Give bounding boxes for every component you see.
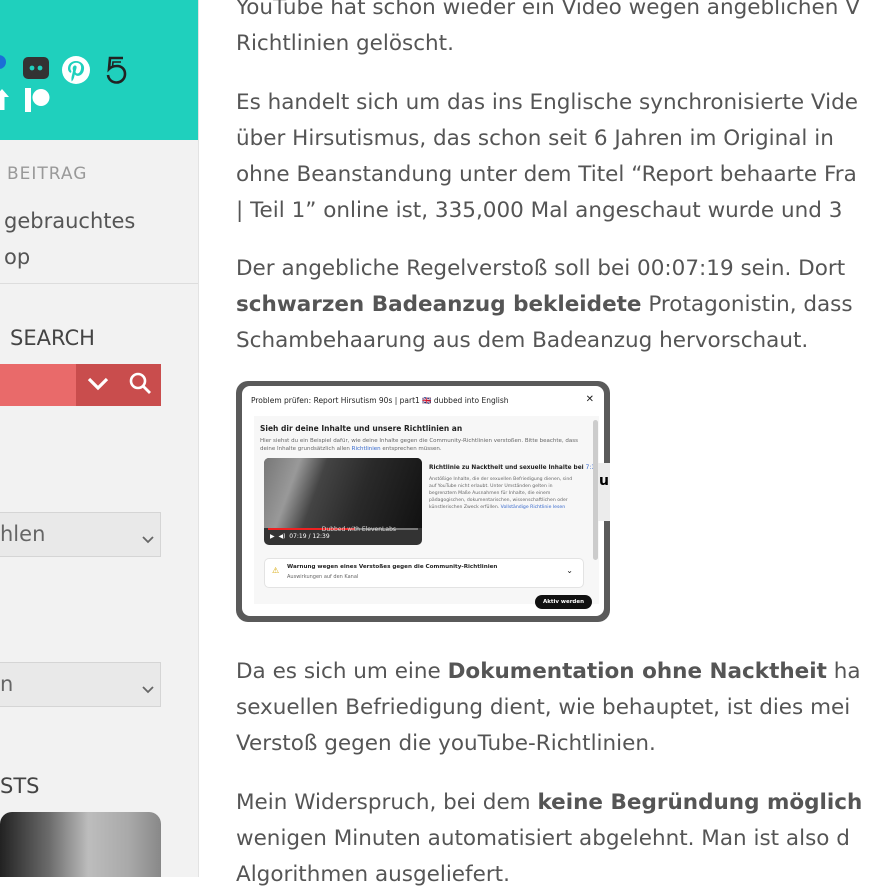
- paragraph-line: Verstoß gegen die youTube-Richtlinien.: [236, 731, 656, 756]
- dialog-description: Hier siehst du ein Beispiel dafür, wie d…: [260, 437, 578, 453]
- sidebar: BEITRAG gebrauchtes op SEARCH hlen n STS: [0, 0, 199, 877]
- search-heading: SEARCH: [10, 326, 95, 350]
- text-span: Mein Widerspruch, bei dem: [236, 790, 538, 815]
- volume-icon: ◀): [278, 533, 286, 540]
- paragraph-line: | Teil 1” online ist, 335,000 Mal angesc…: [236, 198, 843, 223]
- prev-post-link[interactable]: gebrauchtes: [4, 203, 135, 239]
- arrow-up-icon[interactable]: [0, 87, 10, 111]
- search-options-button[interactable]: [76, 364, 119, 406]
- archive-select-value: hlen: [0, 522, 46, 546]
- policy-text: Anstößige Inhalte, die der sexuellen Bef…: [429, 476, 579, 511]
- category-select-value: n: [0, 672, 14, 696]
- chevron-down-icon: [142, 675, 154, 699]
- post-thumbnail[interactable]: [0, 812, 161, 877]
- background-page-edge: u: [598, 463, 610, 521]
- video-watermark: Dubbed with ElevenLabs: [321, 526, 396, 533]
- paragraph-line: Mein Widerspruch, bei dem keine Begründu…: [236, 785, 877, 821]
- video-time: 07:19 / 12:39: [289, 533, 330, 540]
- edge-letter: u: [599, 473, 609, 489]
- prev-post-label: BEITRAG: [7, 164, 88, 184]
- divider: [0, 283, 198, 284]
- paragraph-line: ohne Beanstandung unter dem Titel “Repor…: [236, 162, 857, 187]
- archive-select[interactable]: hlen: [0, 512, 161, 557]
- guidelines-link: Richtlinien: [351, 446, 381, 452]
- category-select[interactable]: n: [0, 662, 161, 707]
- bold-text: keine Begründung möglich: [537, 790, 863, 815]
- discord-icon[interactable]: [22, 55, 50, 83]
- search-icon: [128, 371, 152, 399]
- paragraph-line: schwarzen Badeanzug bekleidete Protagoni…: [236, 287, 877, 323]
- blue-circle-icon[interactable]: [0, 54, 6, 69]
- warning-row: ⚠ Warnung wegen eines Verstoßes gegen di…: [264, 558, 584, 588]
- dialog-panel: Sieh dir deine Inhalte und unsere Richtl…: [254, 416, 599, 604]
- play-icon: ▶: [270, 533, 275, 540]
- action-button: Aktiv werden: [534, 595, 592, 609]
- video-frame: [264, 458, 422, 528]
- fivehundredpx-icon[interactable]: [104, 55, 130, 85]
- video-controls: ▶ ◀) 07:19 / 12:39: [270, 533, 330, 540]
- sidebar-header: [0, 0, 198, 140]
- text-span: Protagonistin, dass: [641, 292, 853, 317]
- dialog-title: Problem prüfen: Report Hirsutism 90s | p…: [251, 396, 509, 405]
- paragraph-line: Algorithmen ausgeliefert.: [236, 862, 510, 887]
- policy-link: Vollständige Richtlinie lesen: [500, 505, 566, 510]
- chevron-down-icon: [142, 525, 154, 549]
- chevron-down-icon: ⌄: [566, 566, 573, 575]
- paragraph-line: YouTube hat schon wieder ein Video wegen…: [236, 0, 860, 20]
- chevron-down-icon: [87, 376, 109, 395]
- video-player: ▶ ◀) 07:19 / 12:39 Dubbed with ElevenLab…: [264, 458, 422, 545]
- pinterest-icon[interactable]: [61, 55, 91, 85]
- policy-title: Richtlinie zu Nacktheit und sexuelle Inh…: [429, 465, 599, 471]
- warning-subtitle: Auswirkungen auf den Kanal: [287, 574, 359, 580]
- close-icon: ✕: [585, 394, 594, 405]
- paragraph-line: wenigen Minuten automatisiert abgelehnt.…: [236, 826, 850, 851]
- youtube-screenshot-image[interactable]: Problem prüfen: Report Hirsutism 90s | p…: [236, 381, 610, 622]
- patreon-icon[interactable]: [23, 86, 51, 114]
- paragraph-line: sexuellen Befriedigung dient, wie behaup…: [236, 695, 851, 720]
- youtube-dialog: Problem prüfen: Report Hirsutism 90s | p…: [242, 386, 604, 616]
- text-span: Richtlinie zu Nacktheit und sexuelle Inh…: [429, 465, 586, 471]
- bold-text: schwarzen Badeanzug bekleidete: [236, 292, 642, 317]
- warning-icon: ⚠: [272, 566, 280, 575]
- search-button[interactable]: [118, 364, 161, 406]
- paragraph-line: Schambehaarung aus dem Badeanzug hervors…: [236, 328, 809, 353]
- dialog-heading: Sieh dir deine Inhalte und unsere Richtl…: [260, 424, 463, 433]
- bold-text: Dokumentation ohne Nacktheit: [447, 659, 827, 684]
- posts-heading: STS: [0, 774, 40, 798]
- warning-title: Warnung wegen eines Verstoßes gegen die …: [287, 564, 498, 570]
- text-span: ha: [826, 659, 861, 684]
- text-span: entsprechen müssen.: [380, 446, 442, 452]
- prev-post-link-cont[interactable]: op: [4, 239, 30, 275]
- paragraph-line: Richtlinien gelöscht.: [236, 31, 454, 56]
- text-span: Da es sich um eine: [236, 659, 448, 684]
- paragraph-line: Der angebliche Regelverstoß soll bei 00:…: [236, 256, 846, 281]
- paragraph-line: Da es sich um eine Dokumentation ohne Na…: [236, 654, 877, 690]
- paragraph-line: über Hirsutismus, das schon seit 6 Jahre…: [236, 126, 834, 151]
- paragraph-line: Es handelt sich um das ins Englische syn…: [236, 90, 858, 115]
